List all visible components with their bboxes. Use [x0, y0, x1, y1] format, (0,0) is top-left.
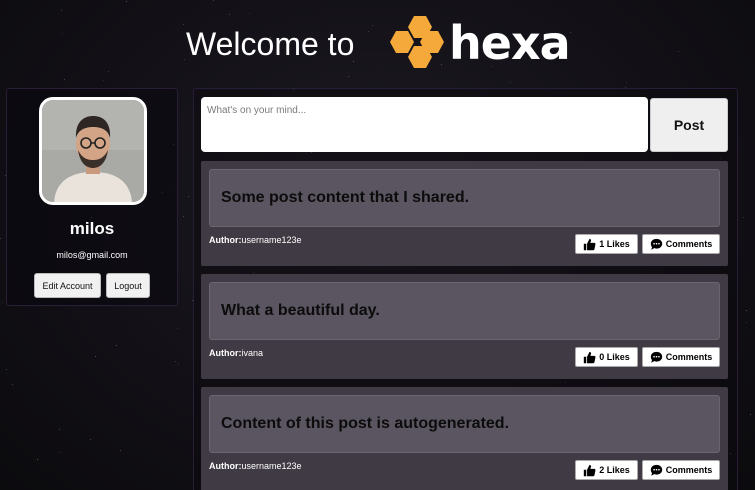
- comments-button[interactable]: Comments: [642, 234, 720, 254]
- star-dot: [95, 356, 96, 357]
- hexa-logo-icon: [390, 16, 444, 68]
- likes-count-label: 0 Likes: [599, 352, 630, 362]
- comments-label: Comments: [665, 465, 713, 475]
- speech-bubble-icon: [650, 238, 663, 251]
- likes-count-label: 1 Likes: [599, 239, 630, 249]
- star-dot: [188, 196, 189, 197]
- post-card: What a beautiful day. Author:ivana 0 Lik…: [201, 274, 728, 379]
- star-dot: [120, 450, 121, 451]
- star-dot: [183, 216, 184, 217]
- comments-button[interactable]: Comments: [642, 460, 720, 480]
- avatar: [39, 97, 147, 205]
- star-dot: [213, 0, 214, 1]
- post-composer-input[interactable]: [201, 97, 648, 152]
- post-card: Content of this post is autogenerated. A…: [201, 387, 728, 490]
- like-button[interactable]: 2 Likes: [575, 460, 638, 480]
- edit-account-button[interactable]: Edit Account: [34, 273, 101, 298]
- star-dot: [59, 429, 60, 430]
- post-content: Some post content that I shared.: [209, 169, 720, 227]
- header: Welcome to hexa: [0, 12, 755, 74]
- star-dot: [177, 328, 178, 329]
- star-dot: [175, 361, 176, 362]
- star-dot: [626, 82, 627, 83]
- star-dot: [746, 322, 747, 323]
- post-button[interactable]: Post: [650, 98, 728, 152]
- star-dot: [61, 10, 62, 11]
- speech-bubble-icon: [650, 351, 663, 364]
- like-button[interactable]: 1 Likes: [575, 234, 638, 254]
- welcome-text: Welcome to: [186, 26, 355, 62]
- profile-email: milos@gmail.com: [56, 250, 128, 260]
- star-dot: [348, 76, 349, 77]
- post-card: Some post content that I shared. Author:…: [201, 161, 728, 266]
- post-author: Author:username123e: [209, 461, 302, 471]
- logout-button[interactable]: Logout: [106, 273, 150, 298]
- star-dot: [746, 310, 747, 311]
- star-dot: [743, 217, 744, 218]
- author-name: username123e: [241, 461, 302, 471]
- star-dot: [60, 452, 61, 453]
- thumbs-up-icon: [583, 238, 596, 251]
- star-dot: [64, 79, 65, 80]
- star-dot: [6, 369, 7, 370]
- profile-username: milos: [69, 219, 115, 238]
- star-dot: [178, 363, 179, 364]
- post-author: Author:ivana: [209, 348, 263, 358]
- star-dot: [37, 459, 38, 460]
- avatar-photo: [42, 100, 144, 202]
- thumbs-up-icon: [583, 351, 596, 364]
- author-name: ivana: [241, 348, 264, 358]
- author-label: Author:: [209, 348, 242, 358]
- star-dot: [90, 439, 91, 440]
- comments-button[interactable]: Comments: [642, 347, 720, 367]
- star-dot: [126, 1, 127, 2]
- post-content: Content of this post is autogenerated.: [209, 395, 720, 453]
- logo-text: hexa: [449, 16, 571, 70]
- feed: Post Some post content that I shared. Au…: [193, 88, 738, 490]
- likes-count-label: 2 Likes: [599, 465, 630, 475]
- like-button[interactable]: 0 Likes: [575, 347, 638, 367]
- thumbs-up-icon: [583, 464, 596, 477]
- star-dot: [510, 82, 511, 83]
- comments-label: Comments: [665, 239, 713, 249]
- star-dot: [750, 414, 751, 415]
- speech-bubble-icon: [650, 464, 663, 477]
- star-dot: [103, 80, 104, 81]
- profile-card: milos milos@gmail.com Edit Account Logou…: [6, 88, 178, 306]
- author-label: Author:: [209, 235, 242, 245]
- author-label: Author:: [209, 461, 242, 471]
- author-name: username123e: [241, 235, 302, 245]
- comments-label: Comments: [665, 352, 713, 362]
- star-dot: [0, 238, 1, 239]
- star-dot: [2, 302, 3, 303]
- post-author: Author:username123e: [209, 235, 302, 245]
- post-content: What a beautiful day.: [209, 282, 720, 340]
- star-dot: [116, 345, 117, 346]
- star-dot: [12, 384, 13, 385]
